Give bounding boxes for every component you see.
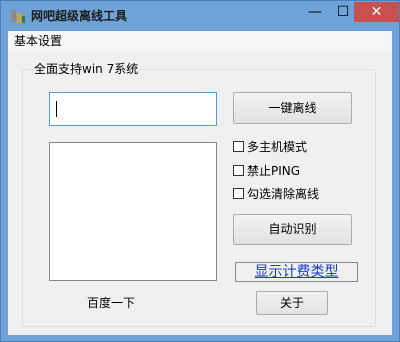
client-area: 基本设置 全面支持win 7系统 一键离线 多主机模式 禁止PING 勾选清除离… — [8, 31, 392, 335]
maximize-button[interactable]: ☐ — [329, 2, 357, 22]
menu-bar: 基本设置 — [8, 31, 392, 51]
menu-basic-settings[interactable]: 基本设置 — [14, 32, 62, 50]
checkbox-box[interactable] — [233, 165, 244, 176]
one-click-offline-button[interactable]: 一键离线 — [233, 92, 352, 124]
text-caret — [56, 101, 57, 117]
app-icon — [11, 9, 25, 23]
close-button[interactable]: ✕ — [354, 2, 399, 22]
host-list[interactable] — [49, 142, 217, 281]
checkbox-box[interactable] — [233, 188, 244, 199]
auto-detect-button[interactable]: 自动识别 — [233, 214, 352, 245]
group-title: 全面支持win 7系统 — [31, 61, 142, 77]
main-window: 网吧超级离线工具 — ☐ ✕ 基本设置 全面支持win 7系统 一键离线 多主机… — [0, 0, 400, 342]
show-billing-type-link[interactable]: 显示计费类型 — [235, 262, 358, 282]
target-input[interactable] — [49, 92, 217, 126]
checkbox-label: 勾选清除离线 — [247, 187, 320, 201]
checkbox-label: 多主机模式 — [247, 140, 308, 154]
checkbox-label: 禁止PING — [247, 164, 301, 178]
window-title: 网吧超级离线工具 — [31, 9, 128, 23]
baidu-label: 百度一下 — [87, 296, 136, 310]
title-bar[interactable]: 网吧超级离线工具 — ☐ ✕ — [1, 1, 399, 31]
checkbox-box[interactable] — [233, 141, 244, 152]
about-button[interactable]: 关于 — [256, 291, 328, 315]
minimize-button[interactable]: — — [301, 2, 329, 22]
